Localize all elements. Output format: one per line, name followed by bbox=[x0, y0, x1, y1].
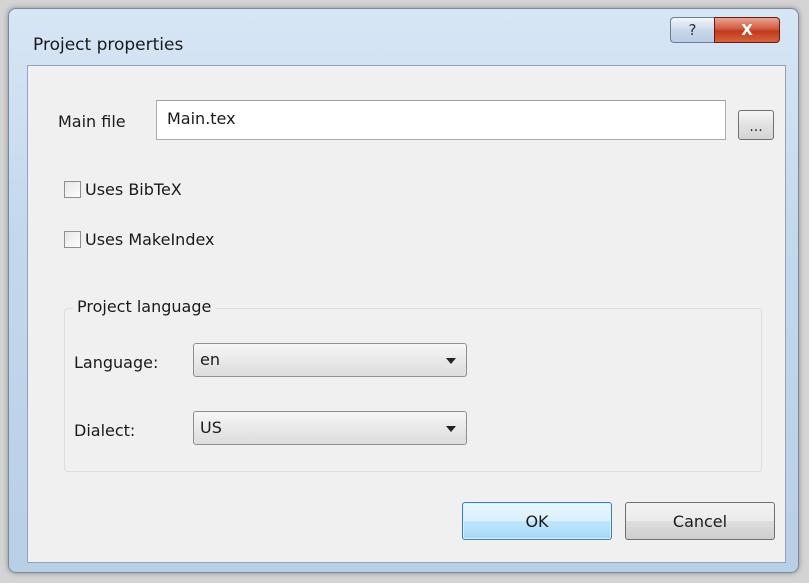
dialect-label: Dialect: bbox=[74, 421, 136, 440]
project-language-group: Project language Language: en Dialect: U… bbox=[64, 297, 762, 472]
dialog-title: Project properties bbox=[33, 35, 184, 55]
dialect-select[interactable]: US bbox=[193, 411, 467, 445]
project-language-group-title: Project language bbox=[73, 297, 216, 316]
uses-makeindex-checkbox[interactable] bbox=[64, 231, 81, 248]
uses-makeindex-checkbox-row[interactable]: Uses MakeIndex bbox=[64, 230, 215, 249]
question-icon: ? bbox=[688, 21, 697, 39]
close-button[interactable]: X bbox=[714, 17, 780, 43]
main-file-input[interactable]: Main.tex bbox=[156, 100, 726, 140]
ok-button[interactable]: OK bbox=[462, 502, 612, 540]
uses-bibtex-checkbox-row[interactable]: Uses BibTeX bbox=[64, 180, 182, 199]
uses-bibtex-checkbox[interactable] bbox=[64, 181, 81, 198]
language-select[interactable]: en bbox=[193, 343, 467, 377]
dialog-client-area: Main file Main.tex ... Uses BibTeX Uses … bbox=[27, 65, 786, 563]
uses-makeindex-label: Uses MakeIndex bbox=[85, 230, 215, 249]
project-properties-dialog: Project properties ? X Main file Main.te… bbox=[8, 8, 799, 573]
language-label: Language: bbox=[74, 353, 159, 372]
browse-button[interactable]: ... bbox=[738, 110, 774, 140]
language-select-value: en bbox=[200, 350, 220, 369]
dialect-select-value: US bbox=[200, 418, 222, 437]
chevron-down-icon bbox=[446, 426, 456, 432]
close-icon: X bbox=[741, 21, 753, 39]
main-file-label: Main file bbox=[58, 112, 126, 131]
help-button[interactable]: ? bbox=[670, 17, 714, 43]
title-bar-buttons: ? X bbox=[670, 17, 780, 43]
chevron-down-icon bbox=[446, 358, 456, 364]
cancel-button[interactable]: Cancel bbox=[625, 502, 775, 540]
uses-bibtex-label: Uses BibTeX bbox=[85, 180, 182, 199]
